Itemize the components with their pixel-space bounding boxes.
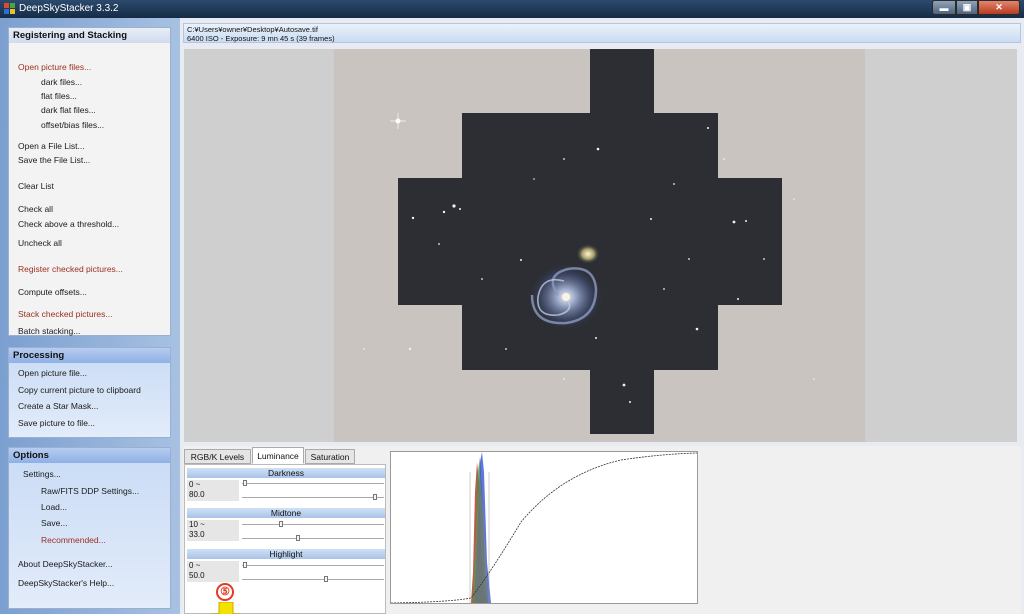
options-panel: Options Settings... Raw/FITS DDP Setting… [8,447,171,609]
highlight-label: Highlight [187,549,385,559]
check-all-link[interactable]: Check all [18,204,53,214]
highlight-thumb-2[interactable] [324,576,328,582]
highlight-slider-2[interactable] [242,579,384,580]
title-bar: DeepSkyStacker 3.3.2 ▬ ▣ ✕ [0,0,1024,18]
midtone-range: 10 ~ [189,520,205,529]
dark-files-link[interactable]: dark files... [41,77,82,87]
stack-checked-link[interactable]: Stack checked pictures... [18,309,113,319]
processing-header[interactable]: Processing [9,348,170,363]
midtone-slider-1[interactable] [242,524,384,525]
down-arrow-icon [211,602,241,614]
highlight-value: 50.0 [189,571,205,580]
tab-luminance[interactable]: Luminance [252,447,304,464]
save-picture-link[interactable]: Save picture to file... [18,418,95,428]
registering-header[interactable]: Registering and Stacking [9,28,170,43]
midtone-values: 10 ~ 33.0 [187,520,239,541]
darkness-thumb-2[interactable] [373,494,377,500]
close-button[interactable]: ✕ [978,0,1020,15]
registering-panel: Registering and Stacking Open picture fi… [8,27,171,336]
companion-galaxy [576,244,600,264]
window-title: DeepSkyStacker 3.3.2 [19,3,119,14]
uncheck-all-link[interactable]: Uncheck all [18,238,62,248]
clear-list-link[interactable]: Clear List [18,181,54,191]
save-settings-link[interactable]: Save... [41,518,67,528]
darkness-label: Darkness [187,468,385,478]
about-link[interactable]: About DeepSkyStacker... [18,559,113,569]
sidebar: Registering and Stacking Open picture fi… [0,18,180,614]
recommended-link[interactable]: Recommended... [41,535,106,545]
darkness-values: 0 ~ 80.0 [187,480,239,501]
help-link[interactable]: DeepSkyStacker's Help... [18,578,114,588]
midtone-thumb-2[interactable] [296,535,300,541]
tab-saturation[interactable]: Saturation [305,449,355,464]
picture-info-bar: C:¥Users¥owner¥Desktop¥Autosave.tif 6400… [183,23,1021,43]
flat-files-link[interactable]: flat files... [41,91,77,101]
settings-link[interactable]: Settings... [23,469,61,479]
histogram [390,451,698,604]
stacked-image-canvas [363,49,815,434]
maximize-button[interactable]: ▣ [956,0,978,15]
picture-path: C:¥Users¥owner¥Desktop¥Autosave.tif [187,25,318,34]
save-file-list-link[interactable]: Save the File List... [18,155,90,165]
darkness-thumb-1[interactable] [243,480,247,486]
darkness-value: 80.0 [189,490,205,499]
image-viewer[interactable] [184,49,1017,442]
midtone-thumb-1[interactable] [279,521,283,527]
processing-panel: Processing Open picture file... Copy cur… [8,347,171,438]
open-picture-files-link[interactable]: Open picture files... [18,62,91,72]
window-controls: ▬ ▣ ✕ [932,0,1020,15]
adjustment-panel: RGB/K Levels Luminance Saturation Darkne… [183,446,1021,614]
minimize-button[interactable]: ▬ [932,0,956,15]
midtone-label: Midtone [187,508,385,518]
main-area: C:¥Users¥owner¥Desktop¥Autosave.tif 6400… [180,18,1024,614]
darkness-slider-2[interactable] [242,497,384,498]
highlight-values: 0 ~ 50.0 [187,561,239,582]
curve [390,452,698,604]
darkness-slider-1[interactable] [242,483,384,484]
midtone-value: 33.0 [189,530,205,539]
bright-star [390,113,406,129]
sky-coverage [398,49,782,434]
exposure-info: 6400 ISO - Exposure: 9 mn 45 s (39 frame… [187,34,335,43]
load-settings-link[interactable]: Load... [41,502,67,512]
compute-offsets-link[interactable]: Compute offsets... [18,287,87,297]
stacked-image[interactable] [334,49,865,442]
open-picture-file-link[interactable]: Open picture file... [18,368,87,378]
step-callout: ⑤ [216,583,234,601]
highlight-thumb-1[interactable] [243,562,247,568]
check-above-threshold-link[interactable]: Check above a threshold... [18,219,119,229]
offset-bias-files-link[interactable]: offset/bias files... [41,120,104,130]
highlight-range: 0 ~ [189,561,201,570]
raw-fits-settings-link[interactable]: Raw/FITS DDP Settings... [41,486,139,496]
dark-flat-files-link[interactable]: dark flat files... [41,105,96,115]
histogram-canvas [390,452,698,604]
batch-stacking-link[interactable]: Batch stacking... [18,326,80,336]
app-icon [4,3,15,14]
open-file-list-link[interactable]: Open a File List... [18,141,85,151]
copy-to-clipboard-link[interactable]: Copy current picture to clipboard [18,385,141,395]
options-header[interactable]: Options [9,448,170,463]
highlight-slider-1[interactable] [242,565,384,566]
tab-rgb-levels[interactable]: RGB/K Levels [184,449,251,464]
create-star-mask-link[interactable]: Create a Star Mask... [18,401,98,411]
register-checked-link[interactable]: Register checked pictures... [18,264,123,274]
luminance-page: Darkness 0 ~ 80.0 Midtone 10 ~ 33.0 High… [184,464,386,614]
main-frame: Registering and Stacking Open picture fi… [0,18,1024,614]
darkness-range: 0 ~ [189,480,201,489]
midtone-slider-2[interactable] [242,538,384,539]
